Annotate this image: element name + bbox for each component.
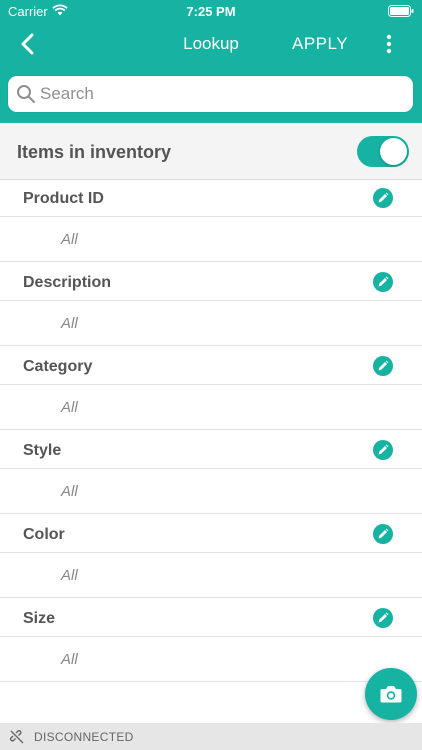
filter-header: Description (0, 264, 422, 301)
filter-header: Style (0, 432, 422, 469)
camera-icon (380, 686, 402, 703)
filter-value: All (61, 483, 78, 500)
edit-filter-button[interactable] (373, 440, 393, 460)
filter-value: All (61, 567, 78, 584)
pencil-icon (378, 360, 389, 371)
connection-status-bar: DISCONNECTED (0, 723, 422, 750)
inventory-toggle-switch[interactable] (357, 136, 409, 167)
filter-value-row[interactable]: All (0, 385, 422, 430)
search-bar[interactable] (8, 76, 413, 112)
status-time: 7:25 PM (186, 4, 236, 19)
edit-filter-button[interactable] (373, 608, 393, 628)
more-options-button[interactable] (381, 32, 397, 56)
app-header: Carrier 7:25 PM Lookup APPLY (0, 0, 422, 123)
battery-icon (388, 5, 414, 20)
apply-button[interactable]: APPLY (292, 34, 348, 54)
filter-header: Category (0, 348, 422, 385)
chevron-left-icon (21, 33, 34, 55)
status-bar: Carrier 7:25 PM (0, 0, 422, 22)
filter-label: Color (23, 526, 65, 543)
filter-value-row[interactable]: All (0, 301, 422, 346)
connection-status-text: DISCONNECTED (34, 730, 134, 744)
edit-filter-button[interactable] (373, 272, 393, 292)
pencil-icon (378, 192, 389, 203)
pencil-icon (378, 276, 389, 287)
filter-label: Category (23, 358, 93, 375)
filter-value-row[interactable]: All (0, 217, 422, 262)
search-input[interactable] (40, 76, 400, 112)
more-vertical-icon (386, 34, 392, 54)
filter-label: Description (23, 274, 112, 291)
filter-label: Size (23, 610, 56, 627)
back-button[interactable] (14, 31, 42, 57)
filter-value: All (61, 231, 78, 248)
page-title: Lookup (183, 34, 239, 53)
filter-label: Style (23, 442, 62, 459)
disconnected-link-icon (10, 730, 24, 749)
filter-value: All (61, 651, 78, 668)
filter-value-row[interactable]: All (0, 469, 422, 514)
filter-header: Product ID (0, 180, 422, 217)
pencil-icon (378, 612, 389, 623)
filter-value-row[interactable]: All (0, 637, 422, 682)
pencil-icon (378, 444, 389, 455)
edit-filter-button[interactable] (373, 188, 393, 208)
search-icon (16, 84, 36, 104)
filter-header: Color (0, 516, 422, 553)
pencil-icon (378, 528, 389, 539)
toggle-knob (380, 138, 407, 165)
filter-value: All (61, 399, 78, 416)
filter-header: Size (0, 600, 422, 637)
camera-button[interactable] (365, 668, 417, 720)
filter-value-row[interactable]: All (0, 553, 422, 598)
inventory-toggle-label: Items in inventory (17, 142, 172, 162)
edit-filter-button[interactable] (373, 524, 393, 544)
filter-value: All (61, 315, 78, 332)
edit-filter-button[interactable] (373, 356, 393, 376)
filter-label: Product ID (23, 190, 104, 207)
